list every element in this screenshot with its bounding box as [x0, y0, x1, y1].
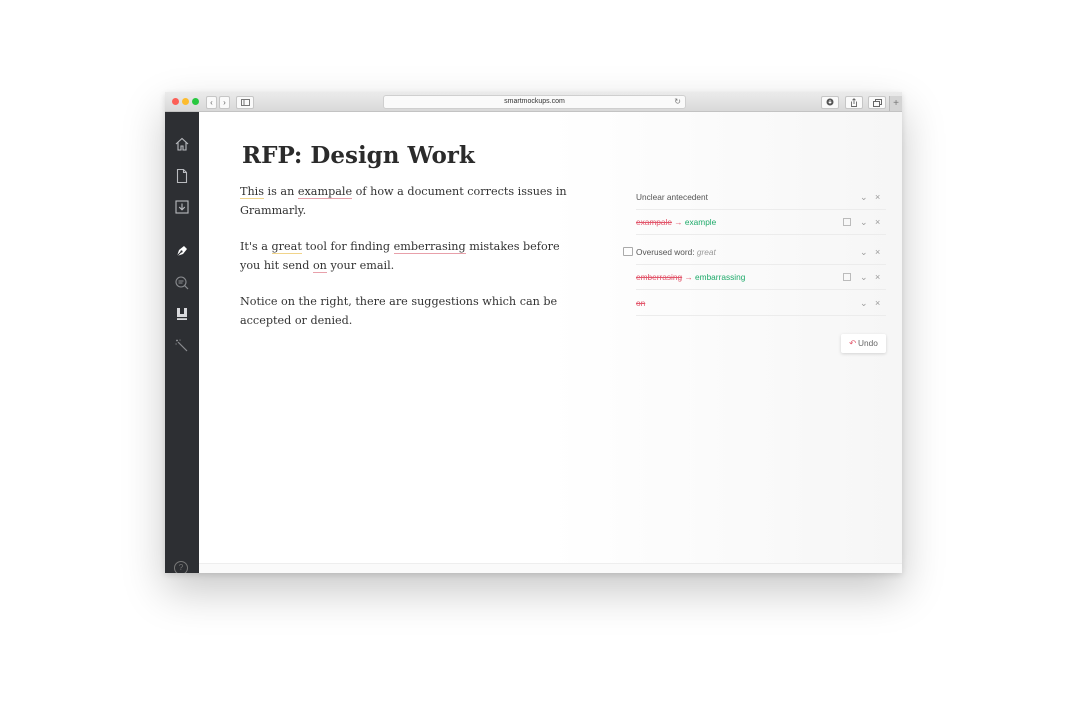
share-button[interactable]	[845, 96, 863, 109]
dismiss-icon[interactable]: ×	[875, 240, 880, 264]
home-icon[interactable]	[174, 136, 190, 152]
wand-icon[interactable]	[174, 338, 190, 354]
accept-fix[interactable]: embarrassing	[695, 272, 745, 282]
sidebar-toggle-button[interactable]	[236, 96, 254, 109]
forward-button[interactable]: ›	[219, 96, 230, 109]
arrow-icon: →	[684, 272, 693, 282]
original-word: on	[636, 298, 646, 308]
flag-great[interactable]: great	[271, 240, 302, 254]
suggestion-card[interactable]: Unclear antecedent ⌄ ×	[636, 185, 886, 210]
expand-icon[interactable]: ⌄	[860, 240, 868, 264]
arrow-icon: →	[674, 217, 683, 227]
status-bar	[199, 563, 902, 573]
sidebar-toggle-icon	[240, 99, 250, 106]
card-icon	[623, 247, 633, 256]
book-icon[interactable]	[174, 306, 190, 322]
tabs-button[interactable]	[868, 96, 886, 109]
label-text: Overused word:	[636, 247, 697, 257]
suggestion-replacement: exampale → example	[636, 210, 716, 234]
suggestion-label: Unclear antecedent	[636, 192, 708, 202]
dismiss-icon[interactable]: ×	[875, 265, 880, 289]
undo-button[interactable]: ↶ Undo	[841, 334, 886, 353]
dismiss-icon[interactable]: ×	[875, 210, 880, 234]
document-title[interactable]: RFP: Design Work	[242, 142, 475, 169]
suggestion-replacement: emberrasing → embarrassing	[636, 265, 745, 289]
dismiss-icon[interactable]: ×	[875, 291, 880, 315]
paragraph-3[interactable]: Notice on the right, there are suggestio…	[240, 293, 575, 330]
undo-label: Undo	[858, 338, 878, 348]
flag-on[interactable]: on	[312, 258, 327, 273]
editor-area: RFP: Design Work This is an exampale of …	[199, 112, 902, 573]
text: It's a	[240, 240, 272, 253]
suggestion-card[interactable]: exampale → example ⌄ ×	[636, 210, 886, 235]
app-sidebar: ?	[165, 112, 199, 573]
share-icon	[851, 98, 857, 107]
suggestion-label: Overused word: great	[636, 240, 716, 264]
flag-exampale[interactable]: exampale	[297, 185, 353, 199]
expand-icon[interactable]: ⌄	[860, 265, 868, 289]
expand-icon[interactable]: ⌄	[860, 185, 868, 209]
download-circle-icon	[826, 98, 834, 106]
back-button[interactable]: ‹	[206, 96, 217, 109]
expand-icon[interactable]: ⌄	[860, 210, 868, 234]
document-icon[interactable]	[174, 168, 190, 184]
flag-emberrasing[interactable]: emberrasing	[393, 240, 466, 254]
suggestion-card[interactable]: Overused word: great ⌄ ×	[623, 240, 886, 265]
paragraph-2[interactable]: It's a great tool for finding emberrasin…	[240, 238, 575, 275]
address-text: smartmockups.com	[504, 98, 565, 105]
browser-window: ‹ › smartmockups.com ↻ + ? RFP: Design W…	[165, 92, 902, 573]
label-detail: great	[696, 247, 716, 257]
undo-icon: ↶	[849, 338, 857, 348]
paragraph-1[interactable]: This is an exampale of how a document co…	[240, 183, 575, 220]
download-icon[interactable]	[174, 199, 190, 215]
new-tab-button[interactable]: +	[889, 96, 902, 111]
original-word: exampale	[636, 217, 672, 227]
reload-icon[interactable]: ↻	[674, 96, 681, 108]
downloads-button[interactable]	[821, 96, 839, 109]
suggestion-card[interactable]: emberrasing → embarrassing ⌄ ×	[636, 265, 886, 290]
close-window-button[interactable]	[172, 98, 179, 105]
text: your email.	[326, 258, 395, 272]
minimize-window-button[interactable]	[182, 98, 189, 105]
text: tool for finding	[301, 240, 394, 253]
zoom-window-button[interactable]	[192, 98, 199, 105]
search-icon[interactable]	[174, 275, 190, 291]
suggestion-card[interactable]: on ⌄ ×	[636, 291, 886, 316]
tabs-icon	[872, 98, 882, 107]
text: is an	[264, 185, 298, 198]
original-word: emberrasing	[636, 272, 683, 282]
help-icon[interactable]: ?	[174, 561, 188, 573]
book-icon[interactable]	[843, 273, 851, 281]
address-bar[interactable]: smartmockups.com ↻	[383, 95, 686, 109]
browser-titlebar: ‹ › smartmockups.com ↻ +	[165, 92, 902, 112]
expand-icon[interactable]: ⌄	[860, 291, 868, 315]
dismiss-icon[interactable]: ×	[875, 185, 880, 209]
flag-this[interactable]: This	[240, 185, 264, 199]
pen-icon[interactable]	[174, 243, 190, 259]
accept-fix[interactable]: example	[685, 217, 716, 227]
book-icon[interactable]	[843, 218, 851, 226]
